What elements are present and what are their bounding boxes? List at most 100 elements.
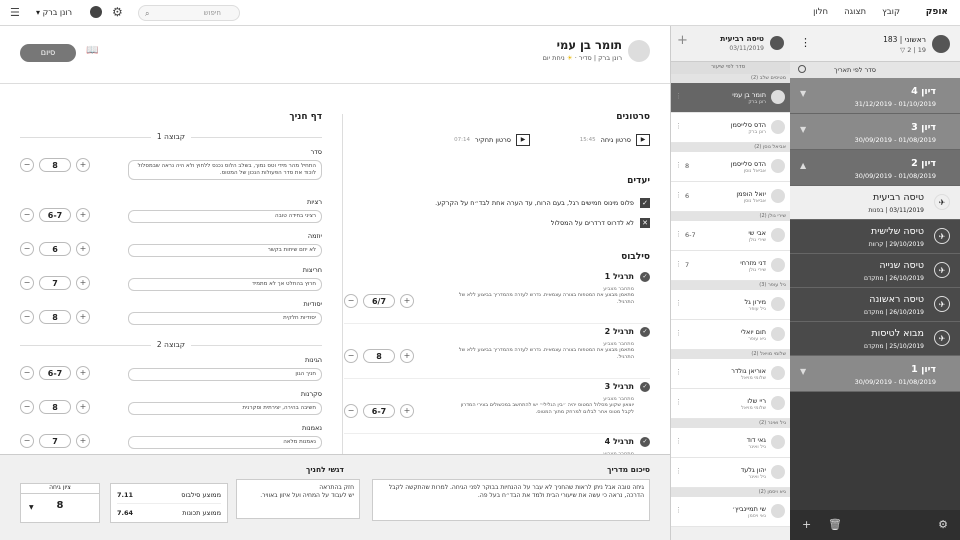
search-input[interactable]: חיפוש ⌕	[138, 5, 240, 21]
trainee-row[interactable]: מירון גל גיל עופר ⋮	[671, 290, 790, 320]
kebab-menu-icon[interactable]: ⋮	[675, 299, 682, 307]
trainee-row[interactable]: יואל הופמן אביאל נוסן 6 ⋮	[671, 182, 790, 212]
kebab-menu-icon[interactable]: ⋮	[675, 437, 682, 445]
kebab-menu-icon[interactable]: ⋮	[675, 467, 682, 475]
grade-value[interactable]: 8	[39, 310, 71, 324]
flight-grade-select[interactable]: ציון גיחה 8 ▼	[20, 483, 100, 523]
decrement-button[interactable]: −	[344, 294, 358, 308]
kebab-menu-icon[interactable]: ⋮	[800, 36, 811, 49]
increment-button[interactable]: +	[76, 158, 90, 172]
trainee-row[interactable]: גאי דוד גיל ואינר ⋮	[671, 428, 790, 458]
trainee-row[interactable]: תומר בן עמי רונן ברק ⋮	[671, 83, 790, 113]
grade-value[interactable]: 8	[39, 400, 71, 414]
trait-note-input[interactable]: חרוץ בהחלט אך לא מתמיד	[128, 278, 322, 291]
finish-button[interactable]: סיום	[20, 44, 76, 62]
video-item[interactable]: ▶ סרטון גיחה 15:45	[580, 134, 650, 146]
trainee-sort-bar[interactable]: סדר לפי שיעור	[671, 62, 790, 74]
sort-bar[interactable]: סדר לפי תאריך	[790, 62, 960, 78]
flight-item[interactable]: ✈ טיסה שנייה 26/10/2019 | מתקדם	[790, 254, 960, 288]
increment-button[interactable]: +	[400, 404, 414, 418]
grade-value[interactable]: 6/7	[363, 294, 395, 308]
kebab-menu-icon[interactable]: ⋮	[675, 92, 682, 100]
add-trainee-icon[interactable]: +	[677, 33, 688, 48]
trainee-row[interactable]: שי תמיינביץ׳ גאי ויסמן ⋮	[671, 497, 790, 527]
gear-icon[interactable]: ⚙	[938, 518, 948, 531]
grade-value[interactable]: 8	[363, 349, 395, 363]
grade-value[interactable]: 7	[39, 276, 71, 290]
trainee-row[interactable]: אוריאן גולדר שלומי מויאל ⋮	[671, 359, 790, 389]
kebab-menu-icon[interactable]: ⋮	[675, 230, 682, 238]
kebab-menu-icon[interactable]: ⋮	[675, 506, 682, 514]
flight-item[interactable]: ✈ מבוא לטיסות 25/10/2019 | מתקדם	[790, 322, 960, 356]
increment-button[interactable]: +	[76, 276, 90, 290]
menu-window[interactable]: חלון	[813, 7, 828, 17]
user-avatar[interactable]	[90, 6, 102, 18]
trainee-row[interactable]: הדס סלייסמן רונן ברק ⋮	[671, 113, 790, 143]
checkbox-icon[interactable]: ✕	[640, 218, 650, 228]
book-icon[interactable]: 📖	[86, 45, 98, 56]
decrement-button[interactable]: −	[20, 400, 34, 414]
trainee-row[interactable]: ריי שלו שלומי מויאל ⋮	[671, 389, 790, 419]
increment-button[interactable]: +	[76, 400, 90, 414]
decrement-button[interactable]: −	[20, 158, 34, 172]
flight-item[interactable]: ✈ טיסה רביעית 03/11/2019 | בפנות	[790, 186, 960, 220]
increment-button[interactable]: +	[76, 242, 90, 256]
trainee-row[interactable]: יהון גלעד גיל ואינר ⋮	[671, 458, 790, 488]
emphasis-textarea[interactable]: חזק בהתראה יש לעבוד על המחיה ועל איזון ב…	[236, 479, 360, 519]
flight-item[interactable]: ✈ טיסה שלישית 29/10/2019 | קרוות	[790, 220, 960, 254]
add-icon[interactable]: +	[802, 518, 811, 531]
increment-button[interactable]: +	[400, 349, 414, 363]
trainee-row[interactable]: תום יואלי גיא עופר ⋮	[671, 320, 790, 350]
decrement-button[interactable]: −	[20, 242, 34, 256]
grade-value[interactable]: 8	[39, 158, 71, 172]
trait-note-input[interactable]: התחיל מהר מידי וטס נמוך, בשלב הלוס נכנס …	[128, 160, 322, 180]
trait-note-input[interactable]: רציני בחידה טובה	[128, 210, 322, 223]
increment-button[interactable]: +	[76, 366, 90, 380]
kebab-menu-icon[interactable]: ⋮	[675, 161, 682, 169]
video-item[interactable]: ▶ סרטון תחקיר 07:14	[454, 134, 530, 146]
menu-view[interactable]: תצוגה	[844, 7, 866, 17]
decrement-button[interactable]: −	[20, 276, 34, 290]
segment-row[interactable]: דיון 4 01/10/2019 - 31/12/2019 ▼	[790, 78, 960, 114]
grade-value[interactable]: 7	[39, 434, 71, 448]
decrement-button[interactable]: −	[344, 404, 358, 418]
grade-value[interactable]: 6	[39, 242, 71, 256]
kebab-menu-icon[interactable]: ⋮	[675, 398, 682, 406]
trash-icon[interactable]: 🗑	[828, 518, 842, 531]
kebab-menu-icon[interactable]: ⋮	[675, 260, 682, 268]
kebab-menu-icon[interactable]: ⋮	[675, 329, 682, 337]
flight-item[interactable]: ✈ טיסה ראשונה 26/10/2019 | מתקדם	[790, 288, 960, 322]
trait-note-input[interactable]: יסודיות חלקית	[128, 312, 322, 325]
gear-icon[interactable]: ⚙	[112, 5, 123, 19]
kebab-menu-icon[interactable]: ⋮	[675, 122, 682, 130]
segment-row[interactable]: דיון 1 01/08/2019 - 30/09/2019 ▼	[790, 356, 960, 392]
decrement-button[interactable]: −	[344, 349, 358, 363]
grade-value[interactable]: 6-7	[39, 208, 71, 222]
trainee-row[interactable]: אבי שי שירי גולן 6-7 ⋮	[671, 221, 790, 251]
username-dropdown[interactable]: רונן ברק ▾	[36, 8, 72, 17]
checkbox-icon[interactable]: ✓	[640, 198, 650, 208]
hamburger-icon[interactable]: ☰	[10, 6, 20, 19]
trait-note-input[interactable]: לא יוזם שיחות בקשר	[128, 244, 322, 257]
increment-button[interactable]: +	[76, 434, 90, 448]
course-sub[interactable]: 19 | 2 ▽	[900, 46, 926, 54]
trainee-row[interactable]: דני מזרחי שירי גולן 7 ⋮	[671, 251, 790, 281]
segment-row-open[interactable]: דיון 2 01/08/2019 - 30/09/2019 ▲	[790, 150, 960, 186]
kebab-menu-icon[interactable]: ⋮	[675, 191, 682, 199]
kebab-menu-icon[interactable]: ⋮	[675, 368, 682, 376]
decrement-button[interactable]: −	[20, 434, 34, 448]
trait-note-input[interactable]: נאמנות מלאה	[128, 436, 322, 449]
increment-button[interactable]: +	[76, 208, 90, 222]
trait-note-input[interactable]: חשיבה בהירה, יצירתית וסקרנית	[128, 402, 322, 415]
decrement-button[interactable]: −	[20, 208, 34, 222]
grade-value[interactable]: 6-7	[363, 404, 395, 418]
decrement-button[interactable]: −	[20, 366, 34, 380]
increment-button[interactable]: +	[76, 310, 90, 324]
trainee-row[interactable]: הדס סלייסמן אביאל נוסן 8 ⋮	[671, 152, 790, 182]
menu-file[interactable]: קובץ	[882, 7, 900, 17]
grade-value[interactable]: 6-7	[39, 366, 71, 380]
trait-note-input[interactable]: חניך הגון	[128, 368, 322, 381]
summary-textarea[interactable]: גיחה טובה אבל ניתן לראות שהחניך לא עבר ע…	[372, 479, 650, 521]
increment-button[interactable]: +	[400, 294, 414, 308]
decrement-button[interactable]: −	[20, 310, 34, 324]
